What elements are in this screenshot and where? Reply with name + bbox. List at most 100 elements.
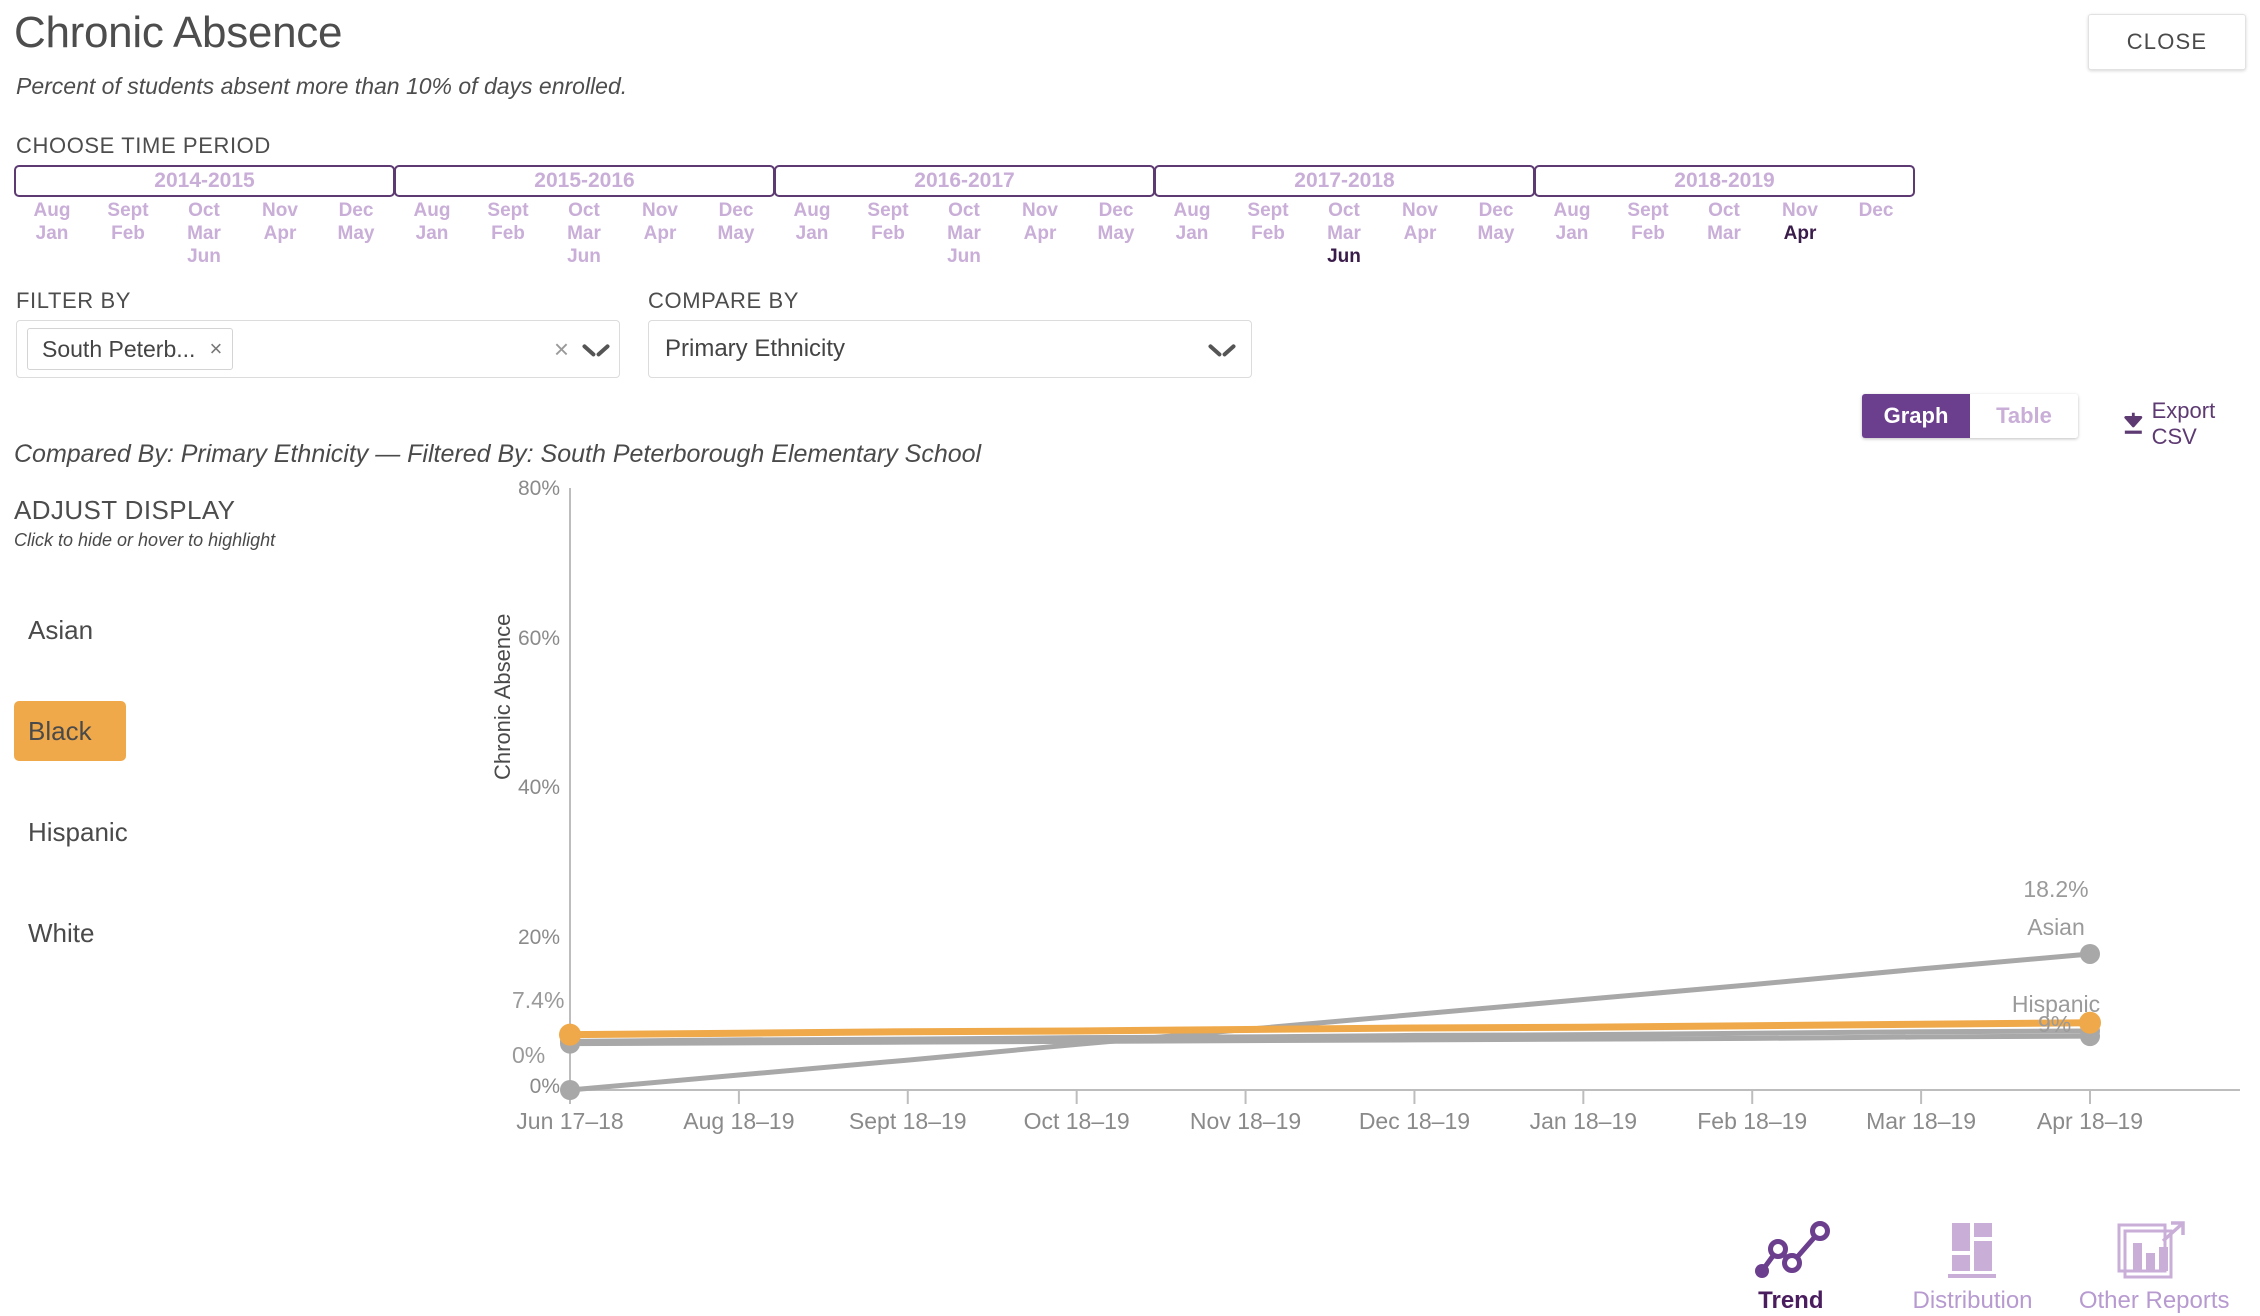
time-period-month-May[interactable]: May: [718, 222, 755, 245]
time-period-month-Nov[interactable]: Nov: [1402, 199, 1438, 222]
time-period-year-2014-2015[interactable]: 2014-2015: [14, 165, 395, 197]
time-period-year-2016-2017[interactable]: 2016-2017: [774, 165, 1155, 197]
time-period-month-Aug[interactable]: Aug: [414, 199, 451, 222]
time-period-month-column[interactable]: Nov Apr: [242, 199, 318, 268]
legend-list[interactable]: Asian Black Hispanic White: [14, 600, 344, 1004]
time-period-month-Oct[interactable]: Oct: [188, 199, 220, 222]
tab-table[interactable]: Table: [1970, 394, 2078, 438]
time-period-month-Dec[interactable]: Dec: [339, 199, 374, 222]
time-period-month-Nov[interactable]: Nov: [262, 199, 298, 222]
time-period-month-Aug[interactable]: Aug: [34, 199, 71, 222]
time-period-month-Oct[interactable]: Oct: [1328, 199, 1360, 222]
time-period-year-2015-2016[interactable]: 2015-2016: [394, 165, 775, 197]
time-period-month-Mar[interactable]: Mar: [947, 222, 981, 245]
time-period-month-column[interactable]: Oct Mar Jun: [1306, 199, 1382, 268]
time-period-month-Nov[interactable]: Nov: [642, 199, 678, 222]
time-period-month-column[interactable]: Dec May: [318, 199, 394, 268]
export-csv-button[interactable]: Export CSV: [2122, 398, 2260, 450]
time-period-month-Sept[interactable]: Sept: [107, 199, 148, 222]
filter-by-input[interactable]: South Peterb... × ×: [16, 320, 620, 378]
time-period-month-Jun[interactable]: Jun: [567, 245, 601, 268]
time-period-selector[interactable]: 2014-2015 2015-2016 2016-2017 2017-2018 2018…: [14, 165, 1915, 275]
compare-by-select[interactable]: Primary Ethnicity: [648, 320, 1252, 378]
time-period-month-column[interactable]: Sept Feb: [1230, 199, 1306, 268]
time-period-month-column[interactable]: Aug Jan: [394, 199, 470, 268]
time-period-month-column[interactable]: Sept Feb: [470, 199, 546, 268]
time-period-month-Sept[interactable]: Sept: [1627, 199, 1668, 222]
time-period-month-Sept[interactable]: Sept: [867, 199, 908, 222]
time-period-month-column[interactable]: Sept Feb: [850, 199, 926, 268]
time-period-month-Apr[interactable]: Apr: [264, 222, 297, 245]
time-period-month-column[interactable]: Nov Apr: [1762, 199, 1838, 268]
time-period-month-May[interactable]: May: [1478, 222, 1515, 245]
time-period-month-Feb[interactable]: Feb: [1251, 222, 1285, 245]
chevron-down-icon[interactable]: [583, 341, 609, 357]
time-period-month-Apr[interactable]: Apr: [644, 222, 677, 245]
legend-item-asian[interactable]: Asian: [14, 600, 107, 660]
time-period-month-column[interactable]: Aug Jan: [14, 199, 90, 268]
time-period-month-column[interactable]: Oct Mar Jun: [926, 199, 1002, 268]
nav-item-distribution[interactable]: Distribution: [1882, 1195, 2064, 1315]
time-period-month-Apr[interactable]: Apr: [1024, 222, 1057, 245]
nav-item-trend[interactable]: Trend: [1700, 1195, 1882, 1315]
chevron-down-icon[interactable]: [1209, 341, 1235, 357]
legend-item-hispanic[interactable]: Hispanic: [14, 802, 142, 862]
time-period-month-Feb[interactable]: Feb: [491, 222, 525, 245]
time-period-month-Jan[interactable]: Jan: [1556, 222, 1589, 245]
view-toggle[interactable]: Graph Table: [1862, 394, 2078, 438]
filter-chip-remove-icon[interactable]: ×: [209, 336, 222, 362]
legend-item-white[interactable]: White: [14, 903, 108, 963]
time-period-month-Aug[interactable]: Aug: [1174, 199, 1211, 222]
time-period-month-May[interactable]: May: [1098, 222, 1135, 245]
time-period-month-Sept[interactable]: Sept: [487, 199, 528, 222]
time-period-month-column[interactable]: Dec May: [698, 199, 774, 268]
time-period-month-column[interactable]: Nov Apr: [622, 199, 698, 268]
time-period-month-Jun[interactable]: Jun: [187, 245, 221, 268]
time-period-month-Jun[interactable]: Jun: [1327, 245, 1361, 268]
nav-item-other-reports[interactable]: Other Reports: [2063, 1195, 2245, 1315]
time-period-year-row[interactable]: 2014-2015 2015-2016 2016-2017 2017-2018 2018…: [14, 165, 1915, 197]
time-period-month-Dec[interactable]: Dec: [1099, 199, 1134, 222]
time-period-month-column[interactable]: Aug Jan: [1154, 199, 1230, 268]
tab-graph[interactable]: Graph: [1862, 394, 1970, 438]
close-button[interactable]: CLOSE: [2088, 14, 2246, 70]
time-period-month-Mar[interactable]: Mar: [1327, 222, 1361, 245]
time-period-month-column[interactable]: Aug Jan: [774, 199, 850, 268]
time-period-month-May[interactable]: May: [338, 222, 375, 245]
bottom-nav[interactable]: Trend Distribution Other Reports: [1700, 1195, 2245, 1315]
time-period-month-Aug[interactable]: Aug: [794, 199, 831, 222]
time-period-month-column[interactable]: Oct Mar Jun: [166, 199, 242, 268]
time-period-month-Nov[interactable]: Nov: [1782, 199, 1818, 222]
time-period-month-Apr[interactable]: Apr: [1784, 222, 1817, 245]
time-period-month-Dec[interactable]: Dec: [719, 199, 754, 222]
time-period-month-Sept[interactable]: Sept: [1247, 199, 1288, 222]
time-period-month-Mar[interactable]: Mar: [1707, 222, 1741, 245]
time-period-month-Dec[interactable]: Dec: [1859, 199, 1894, 222]
time-period-month-column[interactable]: Dec May: [1458, 199, 1534, 268]
time-period-month-column[interactable]: Oct Mar: [1686, 199, 1762, 268]
legend-item-black[interactable]: Black: [14, 701, 126, 761]
time-period-month-Jan[interactable]: Jan: [1176, 222, 1209, 245]
time-period-month-column[interactable]: Sept Feb: [90, 199, 166, 268]
time-period-month-row[interactable]: Aug Jan Sept Feb Oct Mar Jun Nov Apr Dec May Aug Jan…: [14, 199, 1914, 268]
time-period-month-column[interactable]: Nov Apr: [1002, 199, 1078, 268]
time-period-month-Jun[interactable]: Jun: [947, 245, 981, 268]
clear-all-icon[interactable]: ×: [554, 334, 569, 365]
time-period-year-2018-2019[interactable]: 2018-2019: [1534, 165, 1915, 197]
time-period-month-Nov[interactable]: Nov: [1022, 199, 1058, 222]
time-period-month-column[interactable]: Dec May: [1078, 199, 1154, 268]
time-period-month-Aug[interactable]: Aug: [1554, 199, 1591, 222]
time-period-month-Jan[interactable]: Jan: [36, 222, 69, 245]
time-period-month-Jan[interactable]: Jan: [416, 222, 449, 245]
time-period-month-column[interactable]: Oct Mar Jun: [546, 199, 622, 268]
time-period-month-Apr[interactable]: Apr: [1404, 222, 1437, 245]
time-period-month-Oct[interactable]: Oct: [948, 199, 980, 222]
time-period-month-Feb[interactable]: Feb: [871, 222, 905, 245]
time-period-month-Mar[interactable]: Mar: [187, 222, 221, 245]
time-period-month-column[interactable]: Nov Apr: [1382, 199, 1458, 268]
time-period-month-Oct[interactable]: Oct: [568, 199, 600, 222]
time-period-month-Feb[interactable]: Feb: [111, 222, 145, 245]
time-period-month-column[interactable]: Dec: [1838, 199, 1914, 268]
time-period-month-Mar[interactable]: Mar: [567, 222, 601, 245]
time-period-month-column[interactable]: Sept Feb: [1610, 199, 1686, 268]
